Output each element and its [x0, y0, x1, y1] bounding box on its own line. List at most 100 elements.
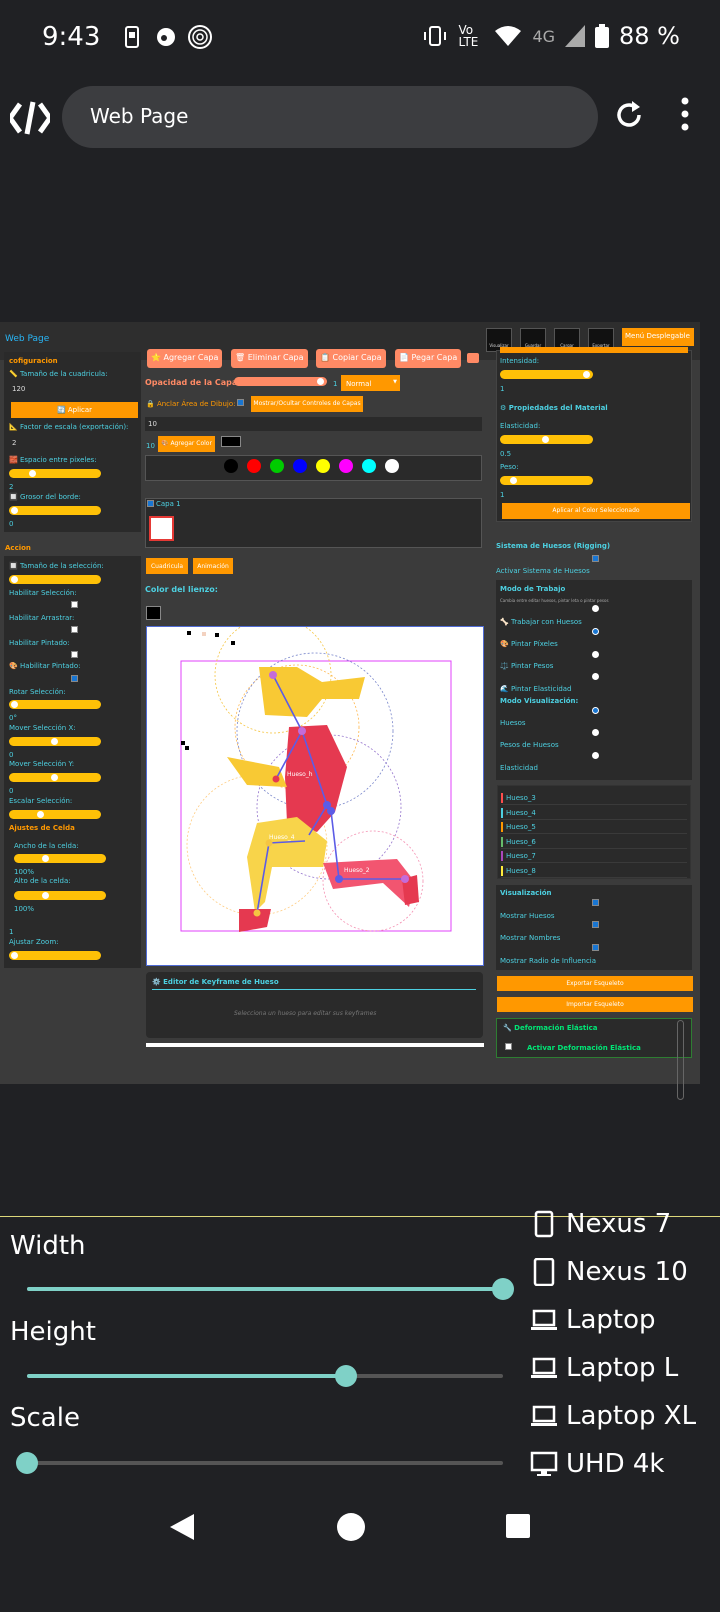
delete-layer-button[interactable]: 🗑 Eliminar Capa	[231, 349, 308, 368]
border-width-slider[interactable]	[9, 506, 101, 515]
drawing-canvas[interactable]: Hueso_h Hueso_4 Hueso_2	[146, 616, 484, 966]
add-color-button[interactable]: 🎨 Agregar Color	[158, 436, 215, 452]
bone-list-item[interactable]: Hueso_4	[501, 807, 687, 820]
bone-list-item[interactable]: Hueso_6	[501, 836, 687, 849]
more-options-icon[interactable]	[680, 96, 690, 132]
palette-swatch[interactable]	[224, 459, 238, 473]
preset-nexus-7[interactable]: Nexus 7	[530, 1209, 671, 1239]
slider-thumb[interactable]	[29, 470, 36, 477]
width-slider[interactable]	[27, 1278, 514, 1300]
vis-weights-radio[interactable]	[592, 752, 599, 759]
slider-thumb[interactable]	[11, 507, 18, 514]
palette-swatch[interactable]	[293, 459, 307, 473]
preset-nexus-10[interactable]: Nexus 10	[530, 1257, 688, 1287]
mode-radio[interactable]	[592, 605, 599, 612]
scale-factor-input[interactable]: 2	[9, 436, 137, 450]
palette-swatch[interactable]	[339, 459, 353, 473]
show-radius-checkbox[interactable]	[592, 944, 599, 951]
pixel-space-slider[interactable]	[9, 469, 101, 478]
elasticity-slider[interactable]	[500, 435, 593, 444]
slider-thumb[interactable]	[11, 576, 18, 583]
height-slider[interactable]	[27, 1365, 503, 1387]
devtools-logo-icon[interactable]	[10, 100, 50, 136]
import-skeleton-button[interactable]: Importar Esqueleto	[497, 997, 693, 1012]
palette-swatch[interactable]	[247, 459, 261, 473]
slider-thumb[interactable]	[51, 738, 58, 745]
toggle-layer-controls-button[interactable]: Mostrar/Ocultar Controles de Capas	[251, 396, 363, 412]
show-names-checkbox[interactable]	[592, 921, 599, 928]
show-bones-checkbox[interactable]	[592, 899, 599, 906]
blend-mode-select[interactable]: Normal ▼	[341, 375, 400, 391]
apply-to-color-button[interactable]: Aplicar al Color Seleccionado	[502, 503, 690, 519]
paste-layer-button[interactable]: 📄 Pegar Capa	[395, 349, 462, 368]
export-skeleton-button[interactable]: Exportar Esqueleto	[497, 976, 693, 991]
slider-thumb[interactable]	[583, 371, 590, 378]
palette-swatch[interactable]	[316, 459, 330, 473]
enable-paint2-checkbox[interactable]	[71, 675, 78, 682]
vis-bones-radio[interactable]	[592, 729, 599, 736]
back-icon[interactable]	[168, 1512, 196, 1542]
mode-pixels-radio[interactable]	[592, 651, 599, 658]
palette-swatch[interactable]	[362, 459, 376, 473]
rotate-selection-slider[interactable]	[9, 700, 101, 709]
palette-swatch[interactable]	[385, 459, 399, 473]
slider-thumb[interactable]	[317, 378, 324, 385]
slider-thumb[interactable]	[42, 855, 49, 862]
preset-laptop-l[interactable]: Laptop L	[530, 1353, 678, 1383]
grid-size-input[interactable]: 120	[9, 382, 137, 396]
grid-button[interactable]: Cuadricula	[146, 558, 188, 574]
slider-thumb[interactable]	[37, 811, 44, 818]
sprite-drawing[interactable]: Hueso_h Hueso_4 Hueso_2	[147, 616, 483, 965]
weight-slider[interactable]	[500, 476, 593, 485]
slider-thumb[interactable]	[510, 477, 517, 484]
height-slider-knob[interactable]	[334, 1365, 357, 1387]
move-y-slider[interactable]	[9, 773, 101, 782]
mode-bones-radio[interactable]	[592, 628, 599, 635]
vis-mode-radio[interactable]	[592, 707, 599, 714]
palette-swatch[interactable]	[270, 459, 284, 473]
enable-deform-checkbox[interactable]	[505, 1043, 512, 1050]
add-layer-button[interactable]: ⭐ Agregar Capa	[147, 349, 223, 368]
scale-slider-knob[interactable]	[16, 1452, 38, 1474]
enable-drag-checkbox[interactable]	[71, 626, 78, 633]
eye-icon[interactable]	[467, 353, 479, 363]
layer-visible-checkbox[interactable]	[147, 500, 154, 507]
zoom-slider[interactable]	[9, 951, 101, 960]
dropdown-menu-button[interactable]: Menú Desplegable	[622, 328, 694, 346]
move-x-slider[interactable]	[9, 737, 101, 746]
slider-thumb[interactable]	[542, 436, 549, 443]
cell-height-slider[interactable]	[14, 891, 106, 900]
enable-rigging-checkbox[interactable]	[592, 555, 599, 562]
slider-thumb[interactable]	[11, 952, 18, 959]
preset-uhd-4k[interactable]: UHD 4k	[530, 1449, 664, 1479]
intensity-slider[interactable]	[500, 370, 593, 379]
anchor-checkbox[interactable]	[237, 399, 244, 406]
selection-size-slider[interactable]	[9, 575, 101, 584]
recents-icon[interactable]	[505, 1513, 531, 1539]
scale-selection-slider[interactable]	[9, 810, 101, 819]
slider-thumb[interactable]	[51, 774, 58, 781]
bone-list-item[interactable]: Hueso_3	[501, 792, 687, 805]
opacity-slider[interactable]	[234, 377, 327, 386]
size-input[interactable]: 10	[145, 417, 482, 431]
mode-weights-radio[interactable]	[592, 673, 599, 680]
preset-laptop[interactable]: Laptop	[530, 1305, 656, 1335]
enable-selection-checkbox[interactable]	[71, 601, 78, 608]
bone-list-item[interactable]: Hueso_5	[501, 821, 687, 834]
bone-list-item[interactable]: Hueso_8	[501, 865, 687, 878]
home-icon[interactable]	[336, 1512, 366, 1542]
animation-button[interactable]: Animación	[193, 558, 233, 574]
url-bar[interactable]: Web Page	[62, 86, 598, 148]
slider-thumb[interactable]	[42, 892, 49, 899]
reload-icon[interactable]	[612, 98, 646, 132]
preset-laptop-xl[interactable]: Laptop XL	[530, 1401, 696, 1431]
current-color-swatch[interactable]	[221, 436, 241, 447]
scale-slider[interactable]	[16, 1452, 503, 1474]
width-slider-knob[interactable]	[492, 1278, 514, 1300]
enable-paint-checkbox[interactable]	[71, 651, 78, 658]
slider-thumb[interactable]	[11, 701, 18, 708]
cell-width-slider[interactable]	[14, 854, 106, 863]
canvas-color-swatch[interactable]	[146, 606, 161, 620]
apply-button[interactable]: 🔄 Aplicar	[11, 402, 138, 418]
page-scrollbar[interactable]	[677, 1020, 684, 1100]
